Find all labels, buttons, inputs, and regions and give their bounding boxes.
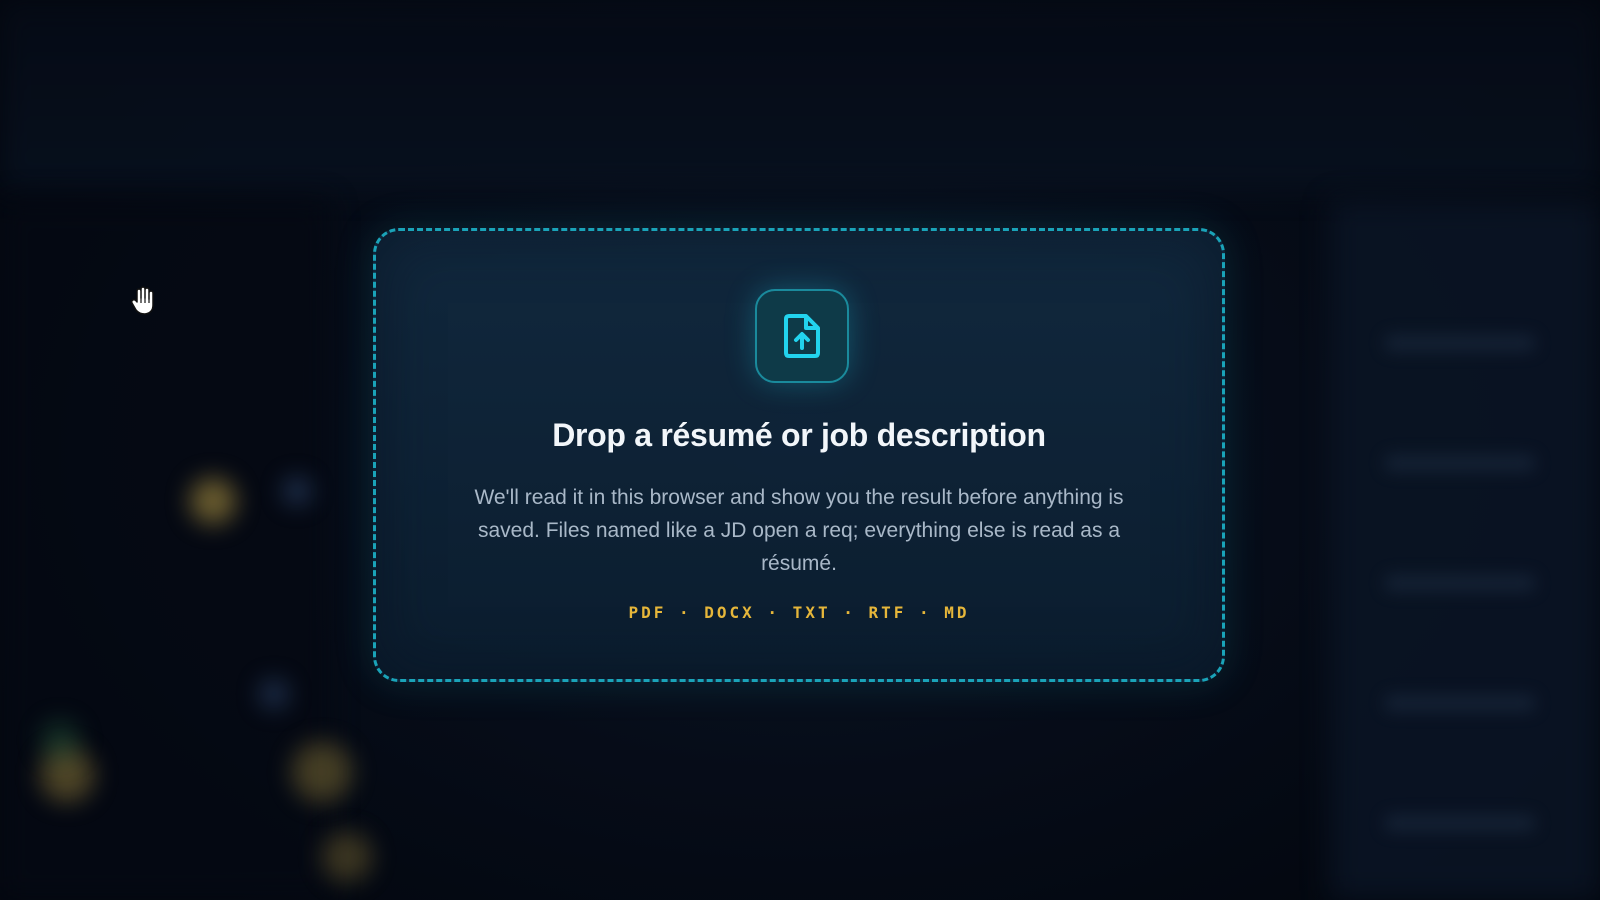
background-row: [1385, 455, 1535, 471]
background-header: [0, 0, 1600, 190]
file-upload-icon: [755, 289, 849, 383]
grab-hand-cursor-icon: [130, 286, 158, 316]
supported-formats: PDF · DOCX · TXT · RTF · MD: [628, 603, 970, 622]
background-blur-dot: [322, 832, 372, 882]
background-blur-dot: [284, 478, 310, 504]
background-row: [1385, 695, 1535, 711]
background-blur-dot: [260, 680, 288, 708]
background-blur-dot: [190, 478, 236, 524]
drop-zone-description: We'll read it in this browser and show y…: [474, 486, 1124, 575]
background-right-panel: [1330, 200, 1600, 900]
drop-zone-title: Drop a résumé or job description: [552, 417, 1046, 453]
background-blur-dot: [40, 720, 80, 760]
background-row: [1385, 815, 1535, 831]
background-blur-dot: [292, 742, 352, 802]
background-row: [1385, 575, 1535, 591]
file-drop-zone[interactable]: Drop a résumé or job description We'll r…: [373, 228, 1225, 682]
app-stage: Drop a résumé or job description We'll r…: [0, 0, 1600, 900]
background-row: [1385, 335, 1535, 351]
